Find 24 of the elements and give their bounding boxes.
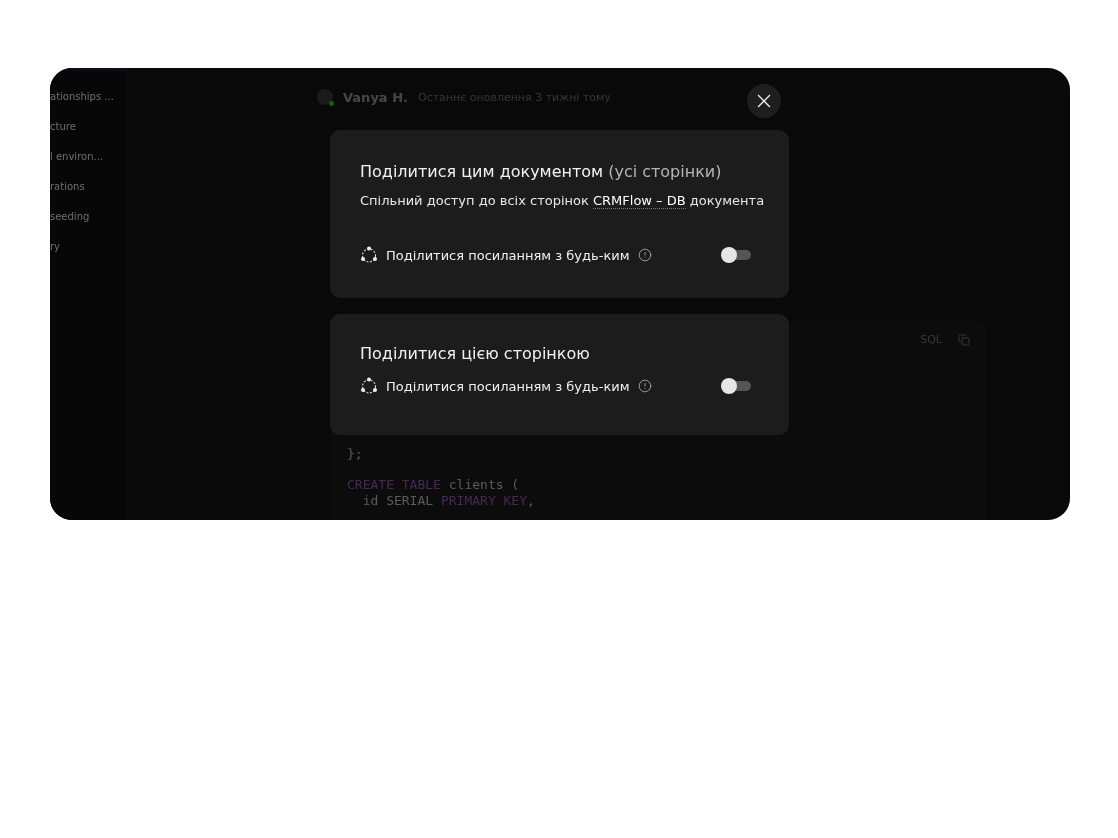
- document-link[interactable]: CRMFlow – DB: [593, 193, 686, 209]
- sidebar-item[interactable]: seeding: [50, 209, 126, 225]
- sidebar-item[interactable]: ationships ...: [50, 89, 126, 105]
- panel-title: Поділитися цим документом: [360, 162, 604, 181]
- share-icon: [360, 246, 378, 264]
- info-icon[interactable]: [637, 248, 652, 262]
- panel-title: Поділитися цією сторінкою: [360, 344, 590, 363]
- sidebar-item[interactable]: rations: [50, 179, 126, 195]
- author-name: Vanya H.: [343, 89, 408, 105]
- code-line: CREATE TABLE clients (: [347, 477, 521, 493]
- info-icon[interactable]: [637, 379, 652, 393]
- share-icon: [360, 377, 378, 395]
- avatar: [317, 89, 333, 105]
- close-button[interactable]: [747, 84, 781, 118]
- option-label: Поділитися посиланням з будь-ким: [386, 247, 630, 263]
- code-line: id SERIAL PRIMARY KEY,: [361, 493, 536, 509]
- sidebar-item[interactable]: ry: [50, 239, 126, 255]
- sidebar-item[interactable]: cture: [50, 119, 126, 135]
- option-label: Поділитися посиланням з будь-ким: [386, 378, 630, 394]
- toggle-switch[interactable]: [723, 381, 751, 391]
- title-note: (усі сторінки): [608, 162, 722, 181]
- toggle-switch[interactable]: [723, 250, 751, 260]
- code-line: };: [347, 446, 364, 462]
- sidebar-item[interactable]: l environ...: [50, 149, 126, 165]
